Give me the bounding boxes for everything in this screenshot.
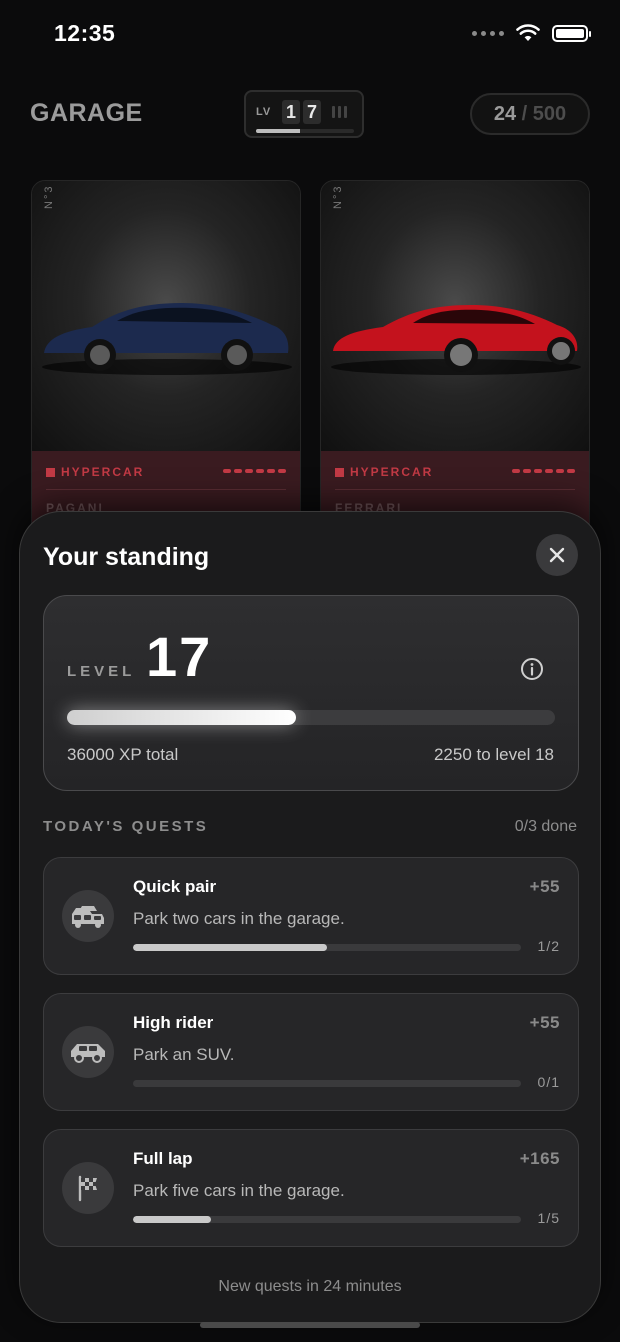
quest-progress-bar bbox=[133, 1216, 521, 1223]
quest-count: 0/1 bbox=[537, 1074, 560, 1090]
info-icon[interactable] bbox=[520, 657, 544, 681]
car-class: HYPERCAR bbox=[46, 465, 144, 479]
car-class-label: HYPERCAR bbox=[350, 465, 434, 479]
quest-icon-badge bbox=[62, 1026, 114, 1078]
car-image bbox=[331, 305, 581, 375]
car-photo: N°3 bbox=[32, 181, 300, 451]
cellular-signal-icon bbox=[472, 30, 504, 36]
status-icons bbox=[472, 24, 591, 42]
quest-card[interactable]: Full lap Park five cars in the garage. +… bbox=[43, 1129, 579, 1247]
car-card[interactable]: N°3 HYPERCAR FERRARI bbox=[320, 180, 590, 560]
standing-sheet: Your standing LEVEL 17 36000 XP total 22… bbox=[19, 511, 601, 1323]
xp-total: 36000 XP total bbox=[67, 745, 179, 764]
car-image bbox=[42, 303, 292, 375]
level-chip-progress bbox=[256, 129, 354, 133]
status-time: 12:35 bbox=[54, 20, 116, 46]
quest-reward: +55 bbox=[529, 1013, 560, 1032]
quest-reward: +55 bbox=[529, 877, 560, 896]
level-chip-ticks bbox=[332, 106, 347, 118]
quest-count: 1/2 bbox=[537, 938, 560, 954]
capacity-separator: / bbox=[521, 103, 528, 125]
quest-title: Quick pair bbox=[133, 877, 217, 896]
car-number: N°3 bbox=[332, 184, 344, 209]
battery-icon bbox=[552, 24, 591, 42]
level-label: LEVEL bbox=[67, 663, 136, 680]
quest-card[interactable]: High rider Park an SUV. +55 0/1 bbox=[43, 993, 579, 1111]
close-button[interactable] bbox=[536, 534, 578, 576]
wifi-icon bbox=[516, 24, 540, 41]
quest-progress-bar bbox=[133, 1080, 521, 1087]
rarity-dots bbox=[512, 469, 575, 473]
car-class-label: HYPERCAR bbox=[61, 465, 145, 479]
quest-icon-badge bbox=[62, 1162, 114, 1214]
quest-icon-badge bbox=[62, 890, 114, 942]
car-photo: N°3 bbox=[321, 181, 589, 451]
quest-card[interactable]: Quick pair Park two cars in the garage. … bbox=[43, 857, 579, 975]
level-digit: 1 bbox=[282, 100, 300, 124]
quests-done-count: 0/3 done bbox=[514, 818, 577, 835]
checkered-flag-icon bbox=[78, 1175, 97, 1202]
quest-count: 1/5 bbox=[537, 1210, 560, 1226]
quest-refresh-note: New quests in 24 minutes bbox=[218, 1278, 402, 1295]
status-bar: 12:35 bbox=[0, 0, 620, 70]
quest-reward: +165 bbox=[519, 1149, 560, 1168]
home-indicator[interactable] bbox=[200, 1322, 420, 1328]
capacity-current: 24 bbox=[493, 103, 517, 125]
xp-progress-bar bbox=[67, 710, 555, 725]
close-icon bbox=[549, 547, 565, 563]
suv-icon bbox=[71, 1044, 105, 1063]
level-chip-prefix: LV bbox=[256, 106, 272, 118]
garage-capacity-chip[interactable]: 24 / 500 bbox=[470, 93, 590, 135]
car-card[interactable]: N°3 HYPERCAR PAGANI bbox=[31, 180, 301, 560]
quest-title: High rider bbox=[133, 1013, 214, 1032]
quests-heading: TODAY'S QUESTS bbox=[43, 818, 209, 835]
quest-description: Park an SUV. bbox=[133, 1045, 235, 1064]
car-class: HYPERCAR bbox=[335, 465, 433, 479]
level-digit: 7 bbox=[303, 100, 321, 124]
level-chip[interactable]: LV 1 7 bbox=[244, 90, 364, 138]
two-cars-icon bbox=[72, 906, 104, 928]
level-card: LEVEL 17 36000 XP total 2250 to level 18 bbox=[43, 595, 579, 791]
capacity-max: 500 bbox=[532, 103, 567, 125]
car-number: N°3 bbox=[43, 184, 55, 209]
xp-to-next-level: 2250 to level 18 bbox=[433, 745, 554, 764]
page-title: GARAGE bbox=[30, 99, 143, 127]
rarity-dots bbox=[223, 469, 286, 473]
quest-progress-bar bbox=[133, 944, 521, 951]
quest-description: Park two cars in the garage. bbox=[133, 909, 345, 928]
sheet-title: Your standing bbox=[43, 543, 210, 571]
quest-title: Full lap bbox=[133, 1149, 193, 1168]
level-value: 17 bbox=[146, 625, 213, 688]
quest-description: Park five cars in the garage. bbox=[133, 1181, 345, 1200]
